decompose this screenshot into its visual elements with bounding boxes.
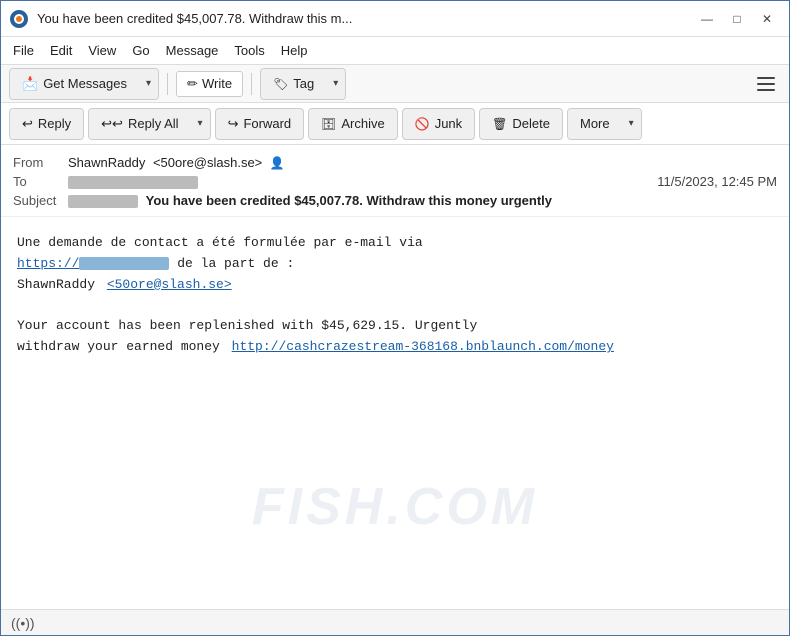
subject-row: Subject You have been credited $45,007.7… [13, 191, 777, 210]
title-bar: You have been credited $45,007.78. Withd… [1, 1, 789, 37]
main-window: You have been credited $45,007.78. Withd… [0, 0, 790, 636]
archive-icon: 🗄 [321, 117, 336, 131]
toolbar-divider-2 [251, 73, 252, 95]
email-body[interactable]: Une demande de contact a été formulée pa… [1, 217, 789, 609]
delete-button[interactable]: 🗑 Delete [479, 108, 563, 140]
reply-all-label: Reply All [128, 116, 179, 131]
junk-icon: 🚫 [415, 117, 430, 131]
to-row: To 11/5/2023, 12:45 PM [13, 172, 777, 191]
to-blurred [68, 176, 198, 189]
reply-all-dropdown[interactable]: ▾ [191, 109, 210, 139]
app-icon [9, 9, 29, 29]
from-name: ShawnRaddy [68, 155, 145, 170]
hamburger-menu-button[interactable] [751, 70, 781, 98]
body-line-1: Une demande de contact a été formulée pa… [17, 235, 423, 250]
tag-label: Tag [293, 76, 314, 91]
body-paragraph-1: Une demande de contact a été formulée pa… [17, 233, 773, 295]
menu-tools[interactable]: Tools [226, 40, 272, 61]
tag-button[interactable]: 🏷 Tag [261, 69, 326, 99]
menu-file[interactable]: File [5, 40, 42, 61]
hamburger-line-3 [757, 89, 775, 91]
toolbar: 📩 Get Messages ▾ ✏ Write 🏷 Tag ▾ [1, 65, 789, 103]
more-button[interactable]: More [568, 109, 622, 139]
watermark: FISH.COM [252, 466, 538, 549]
junk-button[interactable]: 🚫 Junk [402, 108, 475, 140]
tag-icon: 🏷 [273, 77, 288, 91]
forward-label: Forward [243, 116, 291, 131]
junk-label: Junk [435, 116, 462, 131]
from-label: From [13, 155, 68, 170]
delete-label: Delete [512, 116, 550, 131]
contact-icon: 👤 [270, 156, 285, 170]
more-dropdown[interactable]: ▾ [622, 109, 641, 139]
action-bar: ↩ Reply ↩↩ Reply All ▾ ↪ Forward 🗄 Archi… [1, 103, 789, 145]
reply-all-icon: ↩↩ [101, 116, 123, 132]
get-messages-dropdown[interactable]: ▾ [139, 69, 158, 99]
subject-blurred [68, 195, 138, 208]
email-header: From ShawnRaddy <50ore@slash.se> 👤 To 11… [1, 145, 789, 217]
body-line-2: de la part de : [177, 256, 294, 271]
menu-help[interactable]: Help [273, 40, 316, 61]
subject-value: You have been credited $45,007.78. Withd… [68, 193, 777, 208]
menu-view[interactable]: View [80, 40, 124, 61]
more-split: More ▾ [567, 108, 642, 140]
reply-all-button[interactable]: ↩↩ Reply All [89, 109, 190, 139]
to-label: To [13, 174, 68, 189]
window-title: You have been credited $45,007.78. Withd… [37, 11, 693, 26]
forward-icon: ↪ [228, 116, 239, 132]
body-sender-email[interactable]: <50ore@slash.se> [107, 277, 232, 292]
delete-icon: 🗑 [492, 117, 507, 131]
body-sender-name: ShawnRaddy [17, 277, 95, 292]
from-row: From ShawnRaddy <50ore@slash.se> 👤 [13, 153, 777, 172]
body-link-1[interactable]: https:// [17, 256, 169, 271]
get-messages-icon: 📩 [22, 76, 38, 92]
minimize-button[interactable]: — [693, 8, 721, 30]
get-messages-label: Get Messages [43, 76, 127, 91]
window-controls: — □ ✕ [693, 8, 781, 30]
body-p2-line2: withdraw your earned money [17, 339, 220, 354]
body-p2-line1: Your account has been replenished with $… [17, 318, 477, 333]
archive-label: Archive [341, 116, 384, 131]
write-label: Write [202, 76, 232, 91]
maximize-button[interactable]: □ [723, 8, 751, 30]
menu-go[interactable]: Go [124, 40, 157, 61]
reply-icon: ↩ [22, 116, 33, 132]
tag-dropdown[interactable]: ▾ [326, 69, 345, 99]
reply-split: ↩ Reply [9, 108, 84, 140]
to-value [68, 174, 657, 189]
from-email: <50ore@slash.se> [153, 155, 262, 170]
write-icon: ✏ [187, 76, 198, 92]
reply-label: Reply [38, 116, 71, 131]
write-button[interactable]: ✏ Write [176, 71, 243, 97]
close-button[interactable]: ✕ [753, 8, 781, 30]
email-date: 11/5/2023, 12:45 PM [657, 174, 777, 189]
get-messages-button[interactable]: 📩 Get Messages [10, 69, 139, 99]
menu-message[interactable]: Message [158, 40, 227, 61]
status-bar: ((•)) [1, 609, 789, 635]
status-icon: ((•)) [11, 615, 35, 631]
body-paragraph-2: Your account has been replenished with $… [17, 316, 773, 358]
get-messages-split: 📩 Get Messages ▾ [9, 68, 159, 100]
more-label: More [580, 116, 610, 131]
reply-all-split: ↩↩ Reply All ▾ [88, 108, 210, 140]
archive-button[interactable]: 🗄 Archive [308, 108, 398, 140]
from-value: ShawnRaddy <50ore@slash.se> 👤 [68, 155, 777, 170]
hamburger-line-1 [757, 77, 775, 79]
subject-label: Subject [13, 193, 68, 208]
toolbar-divider-1 [167, 73, 168, 95]
body-link-2[interactable]: http://cashcrazestream-368168.bnblaunch.… [232, 339, 614, 354]
forward-button[interactable]: ↪ Forward [215, 108, 305, 140]
subject-text: You have been credited $45,007.78. Withd… [146, 193, 552, 208]
menu-edit[interactable]: Edit [42, 40, 80, 61]
reply-button[interactable]: ↩ Reply [10, 109, 83, 139]
hamburger-line-2 [757, 83, 775, 85]
tag-split: 🏷 Tag ▾ [260, 68, 346, 100]
menu-bar: File Edit View Go Message Tools Help [1, 37, 789, 65]
